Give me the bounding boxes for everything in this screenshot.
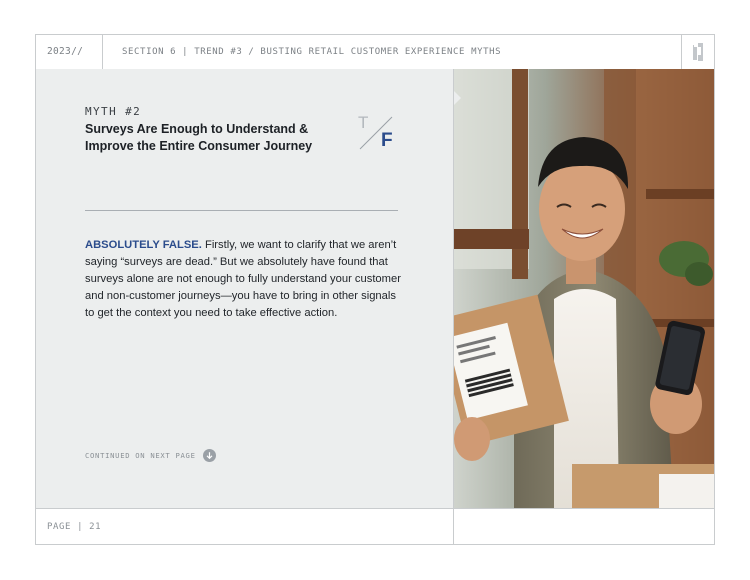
page-number: PAGE | 21 bbox=[47, 522, 102, 532]
hero-photo bbox=[454, 69, 714, 508]
myth-number: MYTH #2 bbox=[85, 105, 142, 118]
page-header: 2023// SECTION 6 | TREND #3 / BUSTING RE… bbox=[36, 35, 714, 70]
brand-logo-icon bbox=[681, 35, 715, 69]
myth-body: ABSOLUTELY FALSE. Firstly, we want to cl… bbox=[85, 237, 403, 322]
footer-divider bbox=[453, 509, 454, 544]
continued-label: CONTINUED ON NEXT PAGE bbox=[85, 451, 196, 460]
true-false-badge: T F bbox=[356, 113, 400, 153]
slash-divider bbox=[359, 116, 393, 150]
page-frame: 2023// SECTION 6 | TREND #3 / BUSTING RE… bbox=[35, 34, 715, 545]
section-title: SECTION 6 | TREND #3 / BUSTING RETAIL CU… bbox=[122, 47, 502, 57]
page-footer: PAGE | 21 bbox=[36, 508, 714, 544]
myth-panel: MYTH #2 Surveys Are Enough to Understand… bbox=[36, 69, 454, 508]
continued-link[interactable]: CONTINUED ON NEXT PAGE bbox=[85, 449, 216, 462]
myth-title: Surveys Are Enough to Understand & Impro… bbox=[85, 122, 313, 153]
arrow-down-circle-icon[interactable] bbox=[202, 449, 216, 462]
year-label: 2023// bbox=[36, 35, 103, 69]
false-letter: F bbox=[381, 130, 393, 151]
verdict-label: ABSOLUTELY FALSE. bbox=[85, 239, 202, 251]
body-text: Firstly, we want to clarify that we aren… bbox=[85, 239, 401, 319]
panel-pointer bbox=[454, 91, 461, 105]
divider-rule bbox=[85, 210, 398, 211]
